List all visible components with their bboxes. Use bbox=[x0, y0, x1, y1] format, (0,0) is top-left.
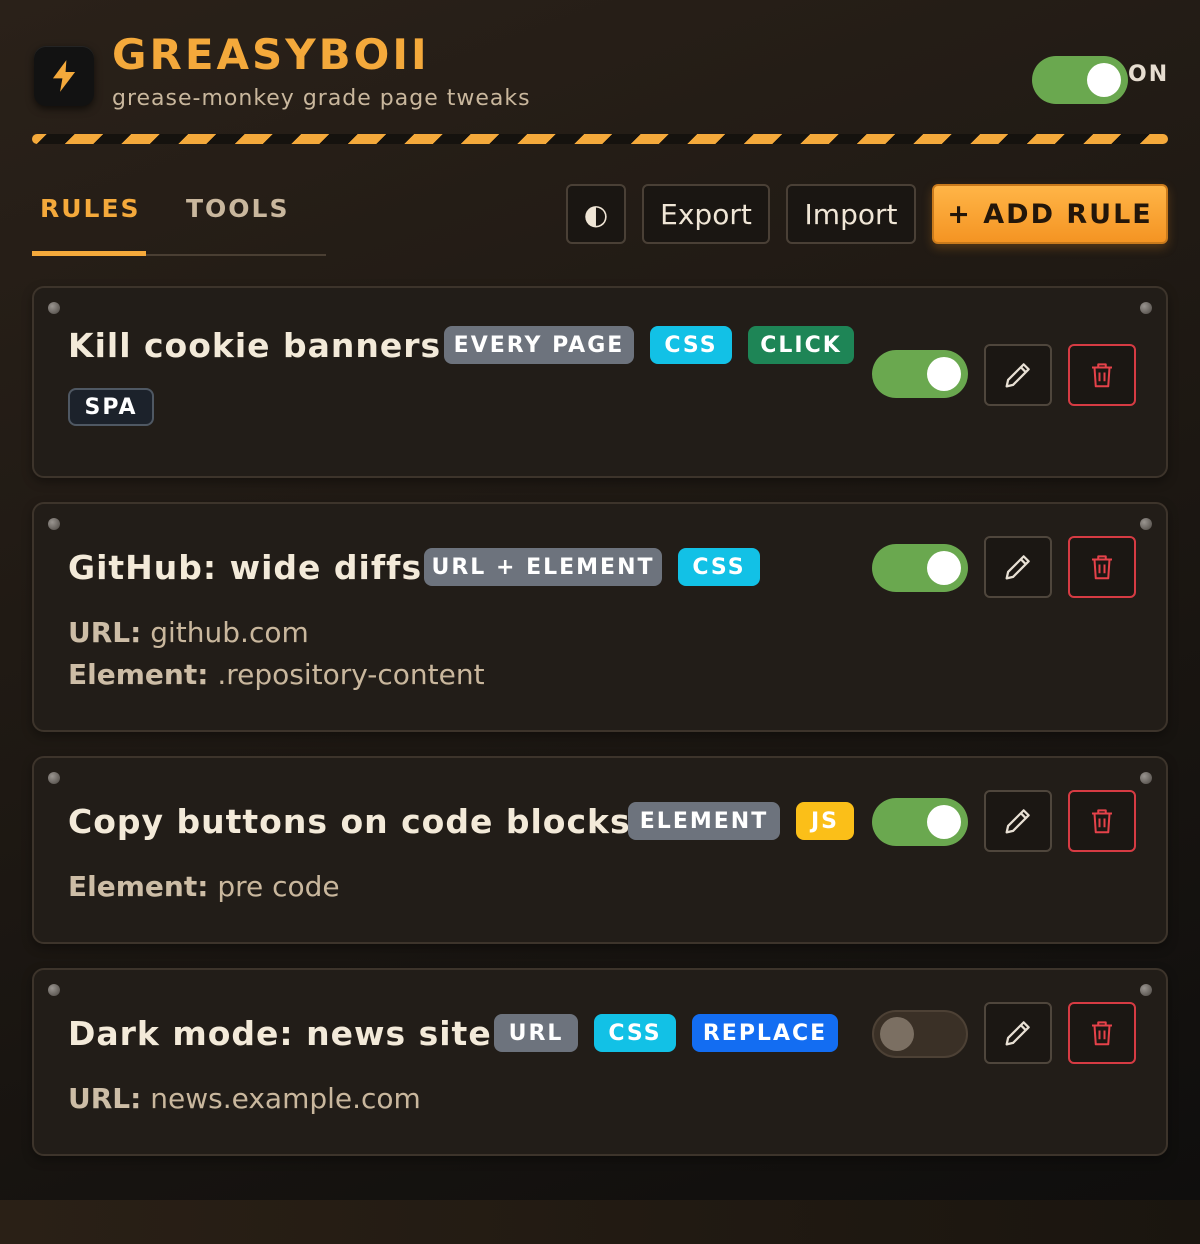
rule-detail-element: Element: .repository-content bbox=[68, 658, 485, 691]
toggle-knob bbox=[880, 1017, 914, 1051]
rule-tag: URL bbox=[494, 1014, 578, 1052]
edit-rule-button[interactable] bbox=[984, 1002, 1052, 1064]
logo bbox=[34, 46, 94, 106]
master-toggle[interactable] bbox=[1032, 56, 1128, 104]
rule-tag: ELEMENT bbox=[628, 802, 780, 840]
trash-icon bbox=[1092, 555, 1112, 580]
hazard-stripe-divider bbox=[32, 134, 1168, 144]
rule-detail-element: Element: pre code bbox=[68, 870, 340, 903]
rule-tag: SPA bbox=[68, 388, 154, 426]
rule-enabled-toggle[interactable] bbox=[872, 544, 968, 592]
rule-detail-url: URL: news.example.com bbox=[68, 1082, 421, 1115]
rivet-decoration bbox=[48, 984, 60, 996]
toggle-knob bbox=[927, 357, 961, 391]
rivet-decoration bbox=[1140, 772, 1152, 784]
toggle-knob bbox=[927, 805, 961, 839]
rule-enabled-toggle[interactable] bbox=[872, 350, 968, 398]
tab-bar: RULES TOOLS bbox=[32, 186, 326, 256]
rule-name: Kill cookie banners bbox=[68, 326, 442, 365]
pencil-icon bbox=[1005, 363, 1030, 388]
toggle-knob bbox=[1087, 63, 1121, 97]
rule-detail-url: URL: github.com bbox=[68, 616, 309, 649]
pencil-icon bbox=[1005, 555, 1030, 580]
edit-rule-button[interactable] bbox=[984, 790, 1052, 852]
delete-rule-button[interactable] bbox=[1068, 536, 1136, 598]
delete-rule-button[interactable] bbox=[1068, 344, 1136, 406]
rule-card: GitHub: wide diffs URL + ELEMENT CSS URL… bbox=[32, 502, 1168, 732]
pencil-icon bbox=[1005, 809, 1030, 834]
pencil-icon bbox=[1005, 1021, 1030, 1046]
trash-icon bbox=[1092, 363, 1112, 388]
rule-tag: CSS bbox=[650, 326, 732, 364]
rule-enabled-toggle[interactable] bbox=[872, 1010, 968, 1058]
trash-icon bbox=[1092, 1021, 1112, 1046]
import-button[interactable]: Import bbox=[786, 184, 916, 244]
rule-enabled-toggle[interactable] bbox=[872, 798, 968, 846]
detail-value: pre code bbox=[217, 870, 340, 903]
trash-icon bbox=[1092, 809, 1112, 834]
detail-label: URL: bbox=[68, 616, 142, 649]
bottom-edge bbox=[0, 1200, 1200, 1244]
rivet-decoration bbox=[1140, 302, 1152, 314]
theme-toggle-button[interactable]: ◐ bbox=[566, 184, 626, 244]
edit-rule-button[interactable] bbox=[984, 344, 1052, 406]
rule-tag: URL + ELEMENT bbox=[424, 548, 662, 586]
rule-tag: CSS bbox=[678, 548, 760, 586]
rivet-decoration bbox=[48, 302, 60, 314]
detail-value: github.com bbox=[150, 616, 309, 649]
detail-label: Element: bbox=[68, 658, 209, 691]
delete-rule-button[interactable] bbox=[1068, 790, 1136, 852]
rule-card: Kill cookie banners EVERY PAGE CSS CLICK… bbox=[32, 286, 1168, 478]
rule-tag: EVERY PAGE bbox=[444, 326, 634, 364]
tab-rules[interactable]: RULES bbox=[40, 194, 141, 223]
toggle-knob bbox=[927, 551, 961, 585]
rule-card: Copy buttons on code blocks ELEMENT JS E… bbox=[32, 756, 1168, 944]
master-toggle-label: ON bbox=[1128, 62, 1170, 87]
delete-rule-button[interactable] bbox=[1068, 1002, 1136, 1064]
detail-label: Element: bbox=[68, 870, 209, 903]
detail-label: URL: bbox=[68, 1082, 142, 1115]
rule-card: Dark mode: news site URL CSS REPLACE URL… bbox=[32, 968, 1168, 1156]
detail-value: .repository-content bbox=[217, 658, 485, 691]
rivet-decoration bbox=[1140, 984, 1152, 996]
rivet-decoration bbox=[48, 518, 60, 530]
rule-tag: CLICK bbox=[748, 326, 854, 364]
rule-tag: CSS bbox=[594, 1014, 676, 1052]
tab-tools[interactable]: TOOLS bbox=[186, 194, 290, 223]
rule-tag: REPLACE bbox=[692, 1014, 838, 1052]
rivet-decoration bbox=[48, 772, 60, 784]
detail-value: news.example.com bbox=[150, 1082, 421, 1115]
add-rule-button[interactable]: + ADD RULE bbox=[932, 184, 1168, 244]
half-circle-contrast-icon: ◐ bbox=[583, 197, 609, 231]
edit-rule-button[interactable] bbox=[984, 536, 1052, 598]
active-tab-indicator bbox=[32, 251, 146, 256]
app-window: GREASYBOII grease-monkey grade page twea… bbox=[0, 0, 1200, 1200]
app-title: GREASYBOII bbox=[112, 30, 430, 79]
rule-name: Copy buttons on code blocks bbox=[68, 802, 631, 841]
rule-name: GitHub: wide diffs bbox=[68, 548, 423, 587]
export-button[interactable]: Export bbox=[642, 184, 770, 244]
rule-tag: JS bbox=[796, 802, 854, 840]
rule-name: Dark mode: news site bbox=[68, 1014, 492, 1053]
app-subtitle: grease-monkey grade page tweaks bbox=[112, 86, 531, 111]
rivet-decoration bbox=[1140, 518, 1152, 530]
lightning-bolt-icon bbox=[52, 60, 76, 92]
